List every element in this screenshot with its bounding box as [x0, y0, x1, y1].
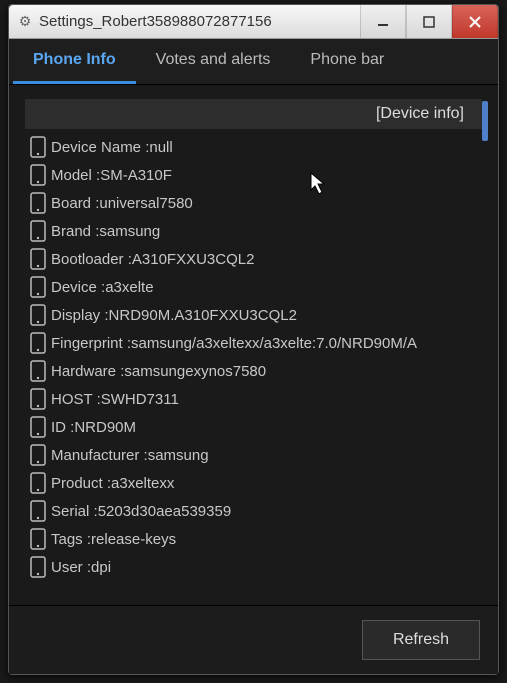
- phone-icon: [25, 304, 51, 326]
- list-item[interactable]: Tags :release-keys: [25, 525, 482, 553]
- tab-bar: Phone InfoVotes and alertsPhone bar: [9, 39, 498, 85]
- row-value: samsung/a3xeltexx/a3xelte:7.0/NRD90M/A: [131, 335, 417, 352]
- row-value: NRD90M: [74, 419, 136, 436]
- titlebar[interactable]: ⚙ Settings_Robert358988072877156: [9, 5, 498, 39]
- row-value: samsungexynos7580: [124, 363, 266, 380]
- list-item[interactable]: Serial :5203d30aea539359: [25, 497, 482, 525]
- row-label: HOST :: [51, 391, 101, 408]
- phone-icon: [25, 444, 51, 466]
- row-label: Device Name :: [51, 139, 149, 156]
- row-label: Fingerprint :: [51, 335, 131, 352]
- list-item[interactable]: Manufacturer :samsung: [25, 441, 482, 469]
- window-controls: [360, 5, 498, 38]
- phone-icon: [25, 164, 51, 186]
- device-info-list: Device Name :nullModel :SM-A310FBoard :u…: [17, 133, 490, 597]
- phone-icon: [25, 556, 51, 578]
- tab-votes-and-alerts[interactable]: Votes and alerts: [136, 39, 291, 84]
- tab-phone-bar[interactable]: Phone bar: [290, 39, 404, 84]
- phone-icon: [25, 136, 51, 158]
- list-item[interactable]: Board :universal7580: [25, 189, 482, 217]
- list-item[interactable]: Hardware :samsungexynos7580: [25, 357, 482, 385]
- list-item[interactable]: Device :a3xelte: [25, 273, 482, 301]
- row-value: SM-A310F: [100, 167, 172, 184]
- list-item[interactable]: Fingerprint :samsung/a3xeltexx/a3xelte:7…: [25, 329, 482, 357]
- list-item[interactable]: Display :NRD90M.A310FXXU3CQL2: [25, 301, 482, 329]
- phone-icon: [25, 220, 51, 242]
- row-label: Product :: [51, 475, 111, 492]
- phone-icon: [25, 248, 51, 270]
- row-value: NRD90M.A310FXXU3CQL2: [109, 307, 297, 324]
- phone-icon: [25, 500, 51, 522]
- content-area: [Device info] Device Name :nullModel :SM…: [9, 85, 498, 605]
- list-item[interactable]: Bootloader :A310FXXU3CQL2: [25, 245, 482, 273]
- row-label: Model :: [51, 167, 100, 184]
- phone-icon: [25, 332, 51, 354]
- refresh-button[interactable]: Refresh: [362, 620, 480, 660]
- phone-icon: [25, 528, 51, 550]
- section-header: [Device info]: [25, 99, 482, 129]
- row-value: dpi: [91, 559, 111, 576]
- row-value: SWHD7311: [101, 391, 179, 408]
- row-value: samsung: [148, 447, 209, 464]
- list-item[interactable]: ID :NRD90M: [25, 413, 482, 441]
- phone-icon: [25, 360, 51, 382]
- scrollbar-thumb[interactable]: [482, 101, 488, 141]
- row-value: a3xeltexx: [111, 475, 174, 492]
- phone-icon: [25, 388, 51, 410]
- maximize-button[interactable]: [406, 5, 452, 38]
- list-item[interactable]: HOST :SWHD7311: [25, 385, 482, 413]
- row-value: release-keys: [91, 531, 176, 548]
- row-label: User :: [51, 559, 91, 576]
- list-item[interactable]: User :dpi: [25, 553, 482, 581]
- close-button[interactable]: [452, 5, 498, 38]
- list-item[interactable]: Brand :samsung: [25, 217, 482, 245]
- phone-icon: [25, 416, 51, 438]
- row-value: samsung: [99, 223, 160, 240]
- list-item[interactable]: Model :SM-A310F: [25, 161, 482, 189]
- list-item[interactable]: Device Name :null: [25, 133, 482, 161]
- phone-icon: [25, 192, 51, 214]
- row-value: 5203d30aea539359: [98, 503, 231, 520]
- row-label: Device :: [51, 279, 105, 296]
- minimize-button[interactable]: [360, 5, 406, 38]
- row-label: Display :: [51, 307, 109, 324]
- row-value: null: [149, 139, 172, 156]
- list-item[interactable]: Product :a3xeltexx: [25, 469, 482, 497]
- settings-window: ⚙ Settings_Robert358988072877156 Phone I…: [8, 4, 499, 675]
- row-label: Tags :: [51, 531, 91, 548]
- row-value: A310FXXU3CQL2: [132, 251, 255, 268]
- row-label: Board :: [51, 195, 99, 212]
- gear-icon: ⚙: [17, 14, 33, 30]
- phone-icon: [25, 472, 51, 494]
- footer: Refresh: [9, 605, 498, 674]
- row-label: Bootloader :: [51, 251, 132, 268]
- row-value: universal7580: [99, 195, 192, 212]
- row-label: Serial :: [51, 503, 98, 520]
- row-label: ID :: [51, 419, 74, 436]
- phone-icon: [25, 276, 51, 298]
- row-label: Hardware :: [51, 363, 124, 380]
- row-label: Manufacturer :: [51, 447, 148, 464]
- window-title: Settings_Robert358988072877156: [39, 13, 360, 30]
- row-label: Brand :: [51, 223, 99, 240]
- tab-phone-info[interactable]: Phone Info: [13, 39, 136, 84]
- row-value: a3xelte: [105, 279, 153, 296]
